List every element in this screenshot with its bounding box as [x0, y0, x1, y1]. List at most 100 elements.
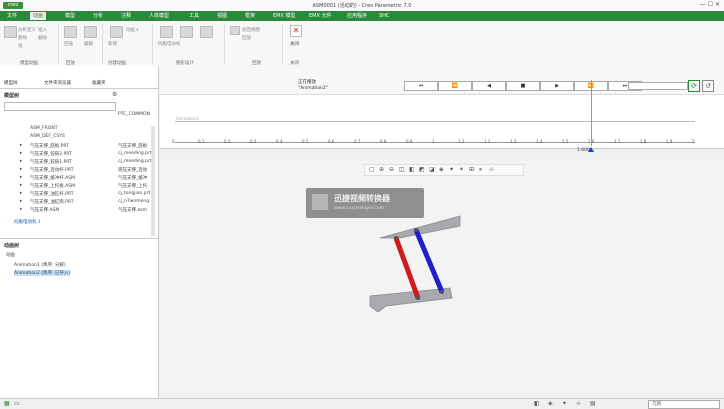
group-button[interactable]: 组 — [18, 43, 23, 49]
tree-item-part[interactable]: 气压支撑_底板.PRT — [30, 143, 69, 149]
playback-status: 正在播放 — [298, 80, 316, 85]
status-icon-5[interactable]: ▤ — [590, 400, 596, 407]
tree-item-part[interactable]: 气压支撑_缓冲杆.ASM — [30, 175, 75, 181]
view-icon[interactable] — [180, 26, 193, 38]
tree-item-part[interactable]: 气压支撑_铰链2.PRT — [30, 151, 72, 157]
pivot-joint — [416, 296, 420, 300]
tick-label: 1 — [432, 139, 435, 144]
tree-item-asm-def-csys[interactable]: ASM_DEF_CSYS — [30, 134, 65, 139]
tab-favorites[interactable]: 收藏夹 — [92, 80, 106, 86]
tick-label: 1.4 — [536, 139, 543, 144]
status-icon-1[interactable]: ◧ — [534, 400, 540, 407]
status-window-icon[interactable]: ▭ — [14, 400, 20, 407]
tick-label: 1.5 — [562, 139, 569, 144]
status-icon-2[interactable]: ◈ — [548, 400, 553, 407]
tree-settings-icon[interactable]: ⚙ — [112, 91, 117, 98]
tree-scrollbar[interactable] — [151, 126, 155, 236]
playback-small-button[interactable]: 回放 — [242, 35, 251, 41]
tab-applications[interactable]: 应用程序 — [344, 12, 370, 20]
tab-folder-browser[interactable]: 文件夹浏览器 — [44, 80, 71, 86]
tree-item-part[interactable]: 气压支撑_铰链1.PRT — [30, 159, 72, 165]
rewind-start-button[interactable]: ⏮ — [404, 81, 438, 91]
new-icon[interactable] — [110, 26, 123, 38]
graph-icon[interactable] — [200, 26, 213, 38]
close-button[interactable]: 关闭 — [290, 41, 299, 47]
new-button[interactable]: 新建 — [108, 41, 117, 47]
tree-item-file: 气压支撑.asm — [118, 208, 147, 213]
add-view-button[interactable]: 加回视图 — [242, 27, 260, 33]
play-button[interactable]: ▶ — [540, 81, 574, 91]
refresh-icon[interactable]: ⟳ — [688, 80, 700, 92]
animation-item-1[interactable]: Animation1 (降序: 分解) — [14, 262, 66, 268]
servo-motor-icon[interactable] — [160, 26, 173, 38]
animation-name: "Animation2" — [298, 86, 328, 91]
tree-item-part[interactable]: 气压支撑_连动杆.PRT — [30, 167, 73, 173]
playhead[interactable] — [591, 80, 592, 146]
navigator-panel: 模型树 文件夹浏览器 收藏夹 模型树 ⚙ PTC_COMMON ASM_FRON… — [0, 66, 159, 398]
close-icon[interactable]: ✕ — [290, 25, 302, 37]
tab-file[interactable]: 文件 — [4, 12, 20, 20]
playback-icon[interactable] — [64, 26, 77, 38]
playback-button[interactable]: 回放 — [64, 41, 73, 47]
servo-motor-button[interactable]: 伺服电动机 — [158, 41, 181, 47]
tab-tools[interactable]: 工具 — [186, 12, 202, 20]
play-reverse-button[interactable]: ◀ — [472, 81, 506, 91]
tick-label: 1.1 — [458, 139, 465, 144]
loop-icon[interactable]: ↺ — [702, 80, 714, 92]
tree-item-servo-motor[interactable]: 伺服电动机 1 — [14, 219, 41, 225]
animation-item-2[interactable]: Animation2 (降序: 已导入) — [14, 270, 71, 276]
tree-item-file: 气压支撑_缓冲 — [118, 176, 148, 181]
tree-item-file: cj_meeding.prt — [118, 159, 152, 164]
add-view-icon[interactable] — [230, 26, 240, 35]
speed-slider[interactable] — [628, 82, 688, 90]
tab-animation[interactable]: 动画 — [30, 12, 47, 20]
status-icon-3[interactable]: ✦ — [562, 400, 567, 407]
watermark-title: 迅捷视频转换器 — [334, 194, 390, 203]
tab-emx-model[interactable]: EMX 模型 — [270, 12, 299, 20]
tick-label: 1.7 — [614, 139, 621, 144]
tab-model[interactable]: 模型 — [62, 12, 78, 20]
stop-button[interactable]: ■ — [506, 81, 540, 91]
edit-icon[interactable] — [84, 26, 97, 38]
watermark-logo-icon — [312, 194, 328, 210]
tick-label: 0.8 — [380, 139, 387, 144]
tree-item-asm-front[interactable]: ASM_FRONT — [30, 126, 57, 131]
animation-tree-root[interactable]: 动画 — [6, 252, 15, 258]
ribbon-tabs: 文件 动画 模型 分析 注释 人体模型 工具 视图 框架 EMX 模型 EMX … — [0, 11, 724, 21]
graphics-viewport[interactable]: ▢ ⊕ ⊖ ◫ ◧ ◩ ◪ ◈ ✦ ✶ ⊞ ⏸ ⊹ 迅捷视频转换器 www.xu… — [160, 160, 724, 392]
tab-framework[interactable]: 框架 — [242, 12, 258, 20]
delete-button[interactable]: 删除 — [38, 35, 47, 41]
tick-label: 0.4 — [276, 139, 283, 144]
tab-model-tree[interactable]: 模型树 — [4, 80, 18, 86]
animation-dropdown[interactable]: 动画 ▾ — [126, 27, 139, 33]
edit-button[interactable]: 编辑 — [84, 41, 93, 47]
tab-view[interactable]: 视图 — [214, 12, 230, 20]
tree-item-part[interactable]: 气压支撑_油缸杆.PRT — [30, 191, 73, 197]
window-controls[interactable]: — ☐ ✕ — [700, 1, 720, 8]
status-icon-4[interactable]: ⊹ — [576, 400, 581, 407]
tree-item-asm[interactable]: 气压支撑.ASM — [30, 207, 59, 213]
filter-input[interactable] — [4, 102, 116, 111]
tree-item-part[interactable]: 气压支撑_油缸筒.PRT — [30, 199, 73, 205]
status-grid-icon[interactable]: ▦ — [4, 400, 10, 407]
tree-item-file: 气压支撑_底板 — [118, 144, 148, 149]
mechanism-model[interactable] — [160, 160, 724, 392]
rewind-button[interactable]: ⏪ — [438, 81, 472, 91]
tree-item-part[interactable]: 气压支撑_上托板.ASM — [30, 183, 75, 189]
tab-shc[interactable]: SHC — [376, 12, 392, 20]
pivot-joint — [440, 290, 444, 294]
tick-label: 0 — [172, 139, 175, 144]
blue-link — [413, 229, 445, 293]
analysis-definition-button[interactable]: 分析定义 — [18, 27, 36, 33]
analysis-icon[interactable] — [4, 26, 17, 38]
tab-emx-component[interactable]: EMX 元件 — [306, 12, 335, 20]
tab-manikin[interactable]: 人体模型 — [146, 12, 172, 20]
playback-bar: 正在播放 "Animation2" ⏮ ⏪ ◀ ■ ▶ ⏩ ⏭ ⟳ ↺ — [160, 76, 724, 95]
remove-button[interactable]: 移除 — [18, 35, 27, 41]
tab-annotate[interactable]: 注释 — [118, 12, 134, 20]
watermark-url: www.xunjieshipin.com — [334, 206, 385, 211]
tab-analysis[interactable]: 分析 — [90, 12, 106, 20]
tick-label: 0.3 — [250, 139, 257, 144]
tick-label: 1.3 — [510, 139, 517, 144]
insert-button[interactable]: 插入 — [38, 27, 47, 33]
